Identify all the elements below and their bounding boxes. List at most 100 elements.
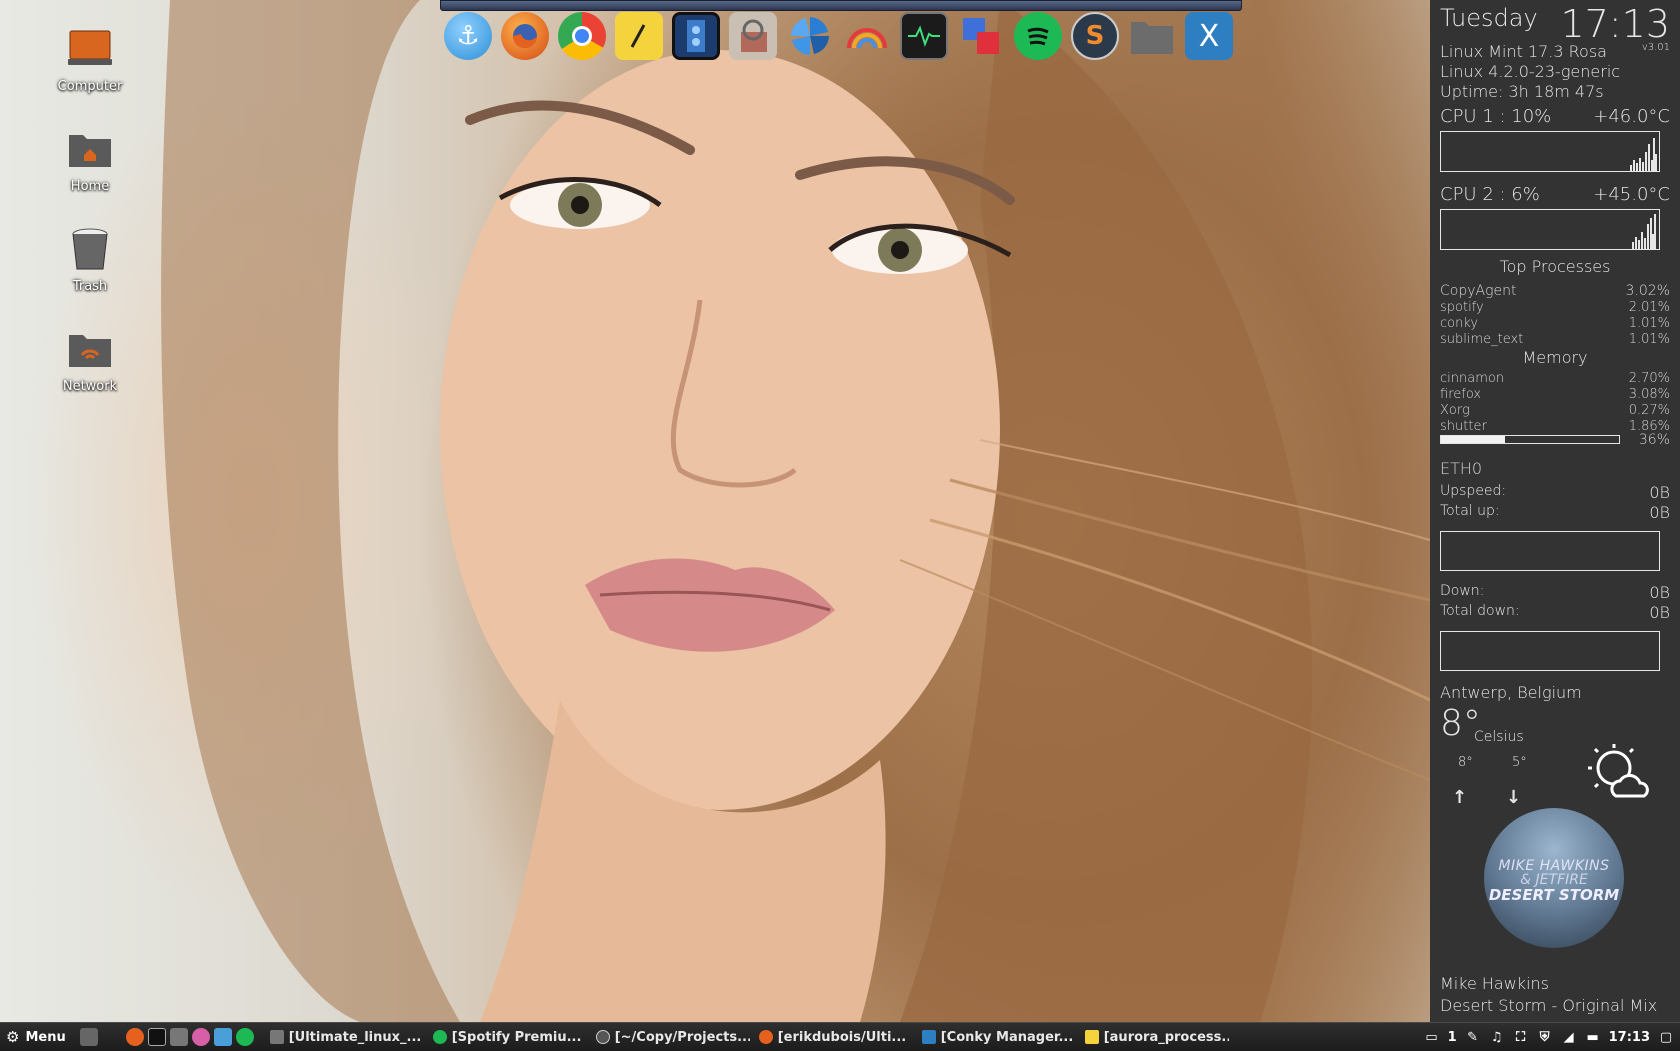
task-button[interactable]: [Conky Manager... [916,1025,1076,1049]
image-launcher-icon[interactable] [213,1028,232,1046]
process-value: 3.02% [1625,283,1670,299]
conky-day: Tuesday [1440,4,1538,32]
dock-item-image-viewer[interactable] [729,12,777,60]
totalup-label: Total up: [1440,503,1500,519]
network-icon[interactable]: ◢ [1561,1029,1577,1045]
wallpaper-portrait-image [161,0,1430,1022]
pinwheel-icon [791,17,829,55]
memory-process-row: cinnamon 2.70% [1440,371,1670,386]
chat-icon[interactable]: ▭ [1424,1029,1440,1045]
now-playing-artist-row: Mike Hawkins [1440,974,1670,993]
album-art-line2: & JETFIRE [1520,872,1588,888]
conky-os-row: Linux Mint 17.3 Rosa v3.01 [1440,42,1670,61]
gimp-launcher-icon[interactable] [191,1028,210,1046]
process-name: conky [1440,316,1479,331]
desktop-icon-network[interactable]: Network [40,325,140,394]
task-label: [~/Copy/Projects... [614,1029,750,1045]
dock-item-conky-manager[interactable]: X [1185,12,1233,60]
task-button[interactable]: [Spotify Premiu... [427,1025,587,1049]
dock-background [440,0,1242,11]
process-name: CopyAgent [1440,283,1517,299]
dock-item-anchor[interactable]: ⚓ [444,12,492,60]
weather-location: Antwerp, Belgium [1440,683,1582,702]
top-process-row: sublime_text 1.01% [1440,332,1670,347]
desktop-icon-trash[interactable]: Trash [40,225,140,294]
dock-item-sublime-text[interactable]: S [1071,12,1119,60]
task-list: [Ultimate_linux_... [Spotify Premiu... [… [264,1025,1229,1049]
show-desktop-icon[interactable] [79,1028,98,1046]
computer-icon [66,25,114,73]
dock-item-chrome[interactable] [558,12,606,60]
shield-icon[interactable]: ⛨ [1537,1029,1553,1045]
terminal-launcher-icon[interactable] [147,1028,166,1046]
conky-panel: Tuesday 17:13 Linux Mint 17.3 Rosa v3.01… [1430,0,1680,1022]
pencil-note-icon [630,24,646,48]
conky-version: v3.01 [1641,42,1670,53]
dock-item-system-monitor[interactable] [900,12,948,60]
firefox-icon [513,24,537,48]
desktop-icon-computer[interactable]: Computer [40,25,140,94]
spotify-launcher-icon[interactable] [235,1028,254,1046]
folder-icon [269,1030,284,1044]
top-processes-title: Top Processes [1499,257,1611,276]
x-icon: X [1198,18,1220,54]
dock-item-video-editor[interactable] [672,12,720,60]
memory-process-row: firefox 3.08% [1440,387,1670,402]
spotify-icon [1027,27,1049,46]
chrome-icon [572,26,592,46]
folder-icon [1131,22,1173,54]
battery-icon[interactable]: ▬ [1585,1029,1601,1045]
process-value: 2.01% [1628,300,1670,315]
cpu2-temp: +45.0°C [1593,184,1670,205]
notification-icon[interactable]: ▢ [1658,1029,1674,1045]
task-label: [Spotify Premiu... [451,1029,582,1045]
dock-item-window-switcher[interactable] [957,12,1005,60]
desktop-icon-home[interactable]: Home [40,125,140,194]
memory-title: Memory [1522,348,1588,367]
arrow-down-icon: ↓ [1506,787,1522,808]
panel-launchers [79,1028,254,1046]
conky-cpu2-row: CPU 2 : 6% +45.0°C [1440,184,1670,205]
film-strip-icon [687,20,705,52]
conky-uptime: Uptime: 3h 18m 47s [1440,82,1604,101]
firefox-launcher-icon[interactable] [125,1028,144,1046]
menu-button[interactable]: ⚙ Menu [0,1028,72,1046]
totalup-value: 0B [1649,503,1670,522]
weather-low: 5° [1512,755,1527,770]
taskbar-clock[interactable]: 17:13 [1609,1030,1650,1045]
now-playing-artist: Mike Hawkins [1440,974,1549,993]
pen-icon[interactable]: ✎ [1465,1029,1481,1045]
task-label: [erikdubois/Ulti... [777,1029,907,1045]
dock-item-text-editor[interactable] [615,12,663,60]
desktop-wallpaper [0,0,1680,1050]
workspace-indicator[interactable]: 1 [1448,1030,1457,1045]
cpu2-label: CPU 2 : 6% [1440,184,1540,205]
dock-item-file-manager[interactable] [1128,12,1176,60]
download-graph [1440,631,1660,671]
rainbow-icon [847,28,887,49]
dock-item-shutter[interactable] [786,12,834,60]
weather-location-row: Antwerp, Belgium [1440,683,1670,702]
task-button[interactable]: [erikdubois/Ulti... [753,1025,913,1049]
music-note-icon[interactable]: ♫ [1489,1029,1505,1045]
task-button[interactable]: [aurora_process... [1079,1025,1229,1049]
upspeed-row: Upspeed: 0B [1440,483,1670,502]
down-label: Down: [1440,583,1485,599]
dock-item-spotify[interactable] [1014,12,1062,60]
cpu1-temp: +46.0°C [1593,106,1670,127]
process-name: Xorg [1440,403,1470,418]
task-button[interactable]: [Ultimate_linux_... [264,1025,424,1049]
screenshot-icon[interactable]: ⛶ [1513,1029,1529,1045]
folder-launcher-icon[interactable] [169,1028,188,1046]
album-art-line3: DESERT STORM [1488,886,1620,904]
down-value: 0B [1649,583,1670,602]
task-button[interactable]: [~/Copy/Projects... [590,1025,750,1049]
top-process-row: CopyAgent 3.02% [1440,283,1670,299]
dock-item-color-app[interactable] [843,12,891,60]
pencil-note-icon [1084,1030,1099,1044]
top-processes-title-row: Top Processes [1440,257,1670,276]
spotify-icon [432,1030,447,1044]
task-label: [Ultimate_linux_... [288,1029,422,1045]
conky-kernel-row: Linux 4.2.0-23-generic [1440,62,1670,81]
dock-item-firefox[interactable] [501,12,549,60]
